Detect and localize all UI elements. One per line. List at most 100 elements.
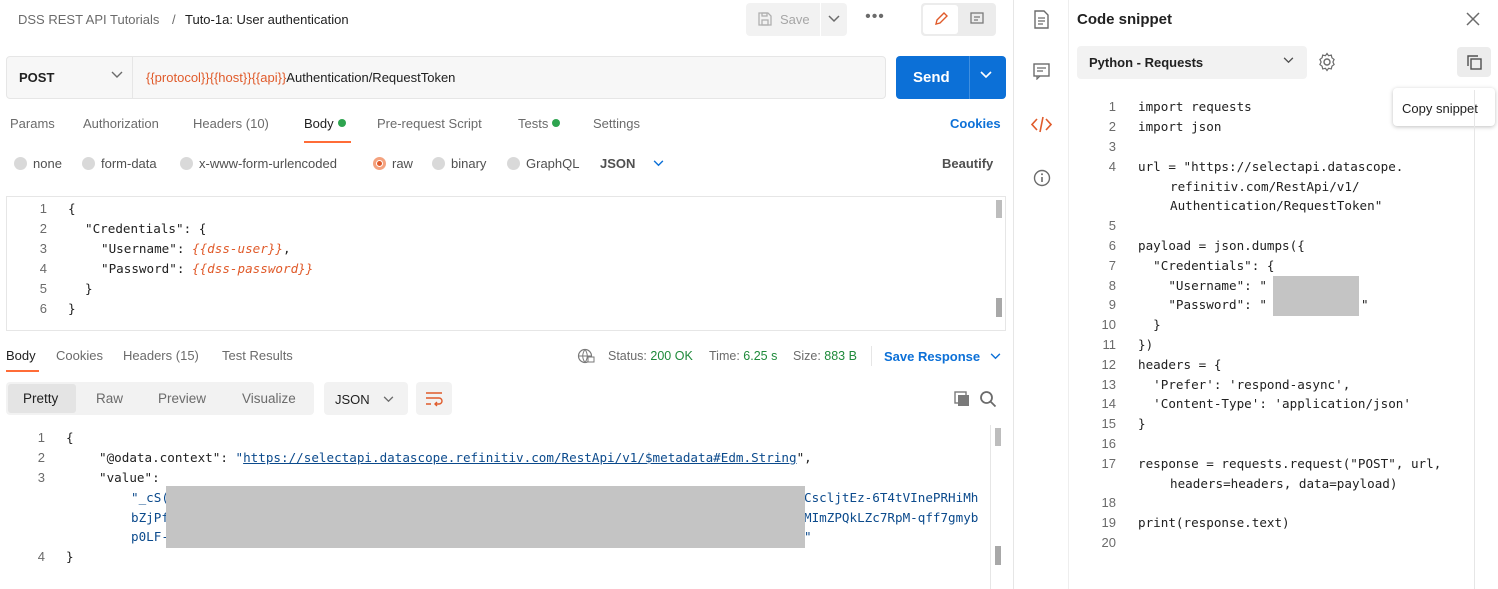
radio-none[interactable]: none [14,156,62,171]
status-value: 200 OK [650,349,693,363]
copy-snippet-button[interactable] [1457,47,1491,77]
edit-mode-button[interactable] [923,5,958,34]
url-variable-protocol: {{protocol}} [146,70,210,85]
status-dot [337,119,346,127]
divider [990,425,991,589]
radio-label: x-www-form-urlencoded [199,156,337,171]
save-button[interactable]: Save [746,3,820,36]
globe-icon[interactable] [577,348,595,364]
view-pretty-button[interactable]: Pretty [8,382,76,415]
format-label: JSON [335,392,370,407]
view-visualize-button[interactable]: Visualize [232,382,312,415]
odata-context-link[interactable]: https://selectapi.datascope.refinitiv.co… [243,450,797,465]
radio-urlencoded[interactable]: x-www-form-urlencoded [180,156,337,171]
close-button[interactable] [1462,8,1484,30]
save-label: Save [780,12,810,27]
tab-params[interactable]: Params [10,116,55,131]
tab-test-results[interactable]: Test Results [222,348,293,363]
response-body-viewer: 1 2 3 4 { "@odata.context": "https://sel… [0,425,1006,589]
json-key: "@odata.context" [99,450,221,465]
code-line: "Password": {{dss-password}} [101,261,313,276]
comment-icon[interactable] [1033,63,1050,80]
save-icon [757,11,773,27]
url-variable-host: {{host}} [209,70,252,85]
format-label: JSON [600,156,636,171]
search-icon[interactable] [979,390,997,408]
scrollbar-thumb[interactable] [996,200,1002,218]
breadcrumb-separator: / [172,12,176,27]
view-raw-button[interactable]: Raw [82,382,136,415]
language-select[interactable]: Python - Requests [1077,46,1307,79]
line-number: 4 [39,261,47,276]
chevron-down-icon [111,71,123,79]
save-response-label: Save Response [884,349,981,364]
request-header: DSS REST API Tutorials / Tuto-1a: User a… [0,0,1013,40]
tab-response-headers[interactable]: Headers (15) [123,348,199,363]
radio-graphql[interactable]: GraphQL [507,156,579,171]
radio-binary[interactable]: binary [432,156,486,171]
snippet-line: import json [1138,119,1222,134]
send-button[interactable]: Send [896,56,1006,99]
line-number: 20 [1101,535,1116,550]
tab-tests[interactable]: Tests [518,116,561,131]
radio-circle [180,157,193,170]
scrollbar-thumb[interactable] [996,298,1002,317]
scrollbar-thumb[interactable] [995,546,1001,565]
code-punct: , [283,241,291,256]
document-icon[interactable] [1033,10,1050,29]
tab-settings[interactable]: Settings [593,116,640,131]
code-punct: : { [183,221,207,236]
line-number: 3 [37,470,45,485]
snippet-line: }) [1138,337,1154,352]
status-dot [552,119,561,127]
info-icon[interactable] [1033,169,1051,187]
copy-icon[interactable] [953,390,971,408]
url-input[interactable]: {{protocol}}{{host}}{{api}}Authenticatio… [146,70,455,85]
view-label: Visualize [242,391,296,406]
code-icon[interactable] [1031,116,1052,133]
response-format-select[interactable]: JSON [324,382,408,415]
cookies-link[interactable]: Cookies [950,116,1001,131]
send-options-icon[interactable] [980,71,992,79]
line-number: 1 [37,430,45,445]
more-options-button[interactable]: ••• [862,8,888,30]
tab-headers[interactable]: Headers (10) [193,116,269,131]
request-body-editor[interactable]: 1 2 3 4 5 6 { "Credentials": { "Username… [6,196,1006,331]
code-line: "Credentials": { [85,221,206,236]
wrap-lines-button[interactable] [416,382,452,415]
method-select[interactable]: POST [19,70,54,85]
body-format-select[interactable]: JSON [600,156,664,171]
body-mode-radios: none form-data x-www-form-urlencoded raw… [0,156,1013,176]
token-fragment: p0LF- [131,529,169,544]
documentation-mode-button[interactable] [960,5,994,34]
scrollbar-thumb[interactable] [995,428,1001,446]
beautify-link[interactable]: Beautify [942,156,993,171]
save-options-button[interactable] [821,3,847,36]
radio-form-data[interactable]: form-data [82,156,157,171]
gear-icon[interactable] [1317,52,1337,72]
tab-body[interactable]: Body [304,116,346,131]
tab-prerequest-script[interactable]: Pre-request Script [377,116,482,131]
radio-label: none [33,156,62,171]
copy-snippet-tooltip: Copy snippet [1393,88,1495,126]
breadcrumb-request[interactable]: Tuto-1a: User authentication [185,12,349,27]
tab-response-body[interactable]: Body [6,348,36,363]
view-preview-button[interactable]: Preview [146,382,226,415]
status-label: Status: [608,349,647,363]
breadcrumb-collection[interactable]: DSS REST API Tutorials [18,12,159,27]
scrollbar-track[interactable] [1474,90,1475,589]
save-response-button[interactable]: Save Response [884,349,1001,364]
tab-authorization[interactable]: Authorization [83,116,159,131]
redaction-block [166,486,805,548]
radio-raw[interactable]: raw [373,156,413,171]
chevron-down-icon [990,353,1001,360]
line-number: 2 [37,450,45,465]
tab-response-cookies[interactable]: Cookies [56,348,103,363]
code-line: } [68,301,76,316]
divider [132,57,133,98]
line-number: 9 [1108,297,1116,312]
tab-headers-label: Headers [193,116,243,131]
size-label: Size: [793,349,821,363]
line-number: 2 [39,221,47,236]
line-number: 5 [39,281,47,296]
